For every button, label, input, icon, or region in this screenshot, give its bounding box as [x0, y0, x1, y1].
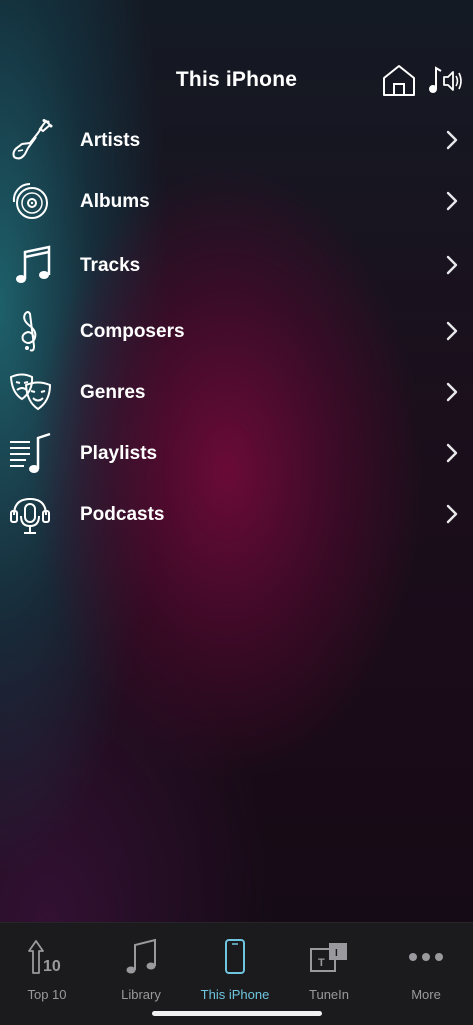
menu-item-composers[interactable]: Composers [0, 303, 473, 361]
menu-item-podcasts[interactable]: Podcasts [0, 486, 473, 544]
chevron-right-icon [446, 130, 458, 150]
menu-item-tracks[interactable]: Tracks [0, 237, 473, 295]
menu-item-label: Tracks [80, 255, 141, 276]
svg-text:I: I [335, 948, 338, 959]
svg-text:T: T [318, 957, 325, 969]
chevron-right-icon [446, 382, 458, 402]
tab-label: TuneIn [309, 987, 349, 1002]
menu-item-artists[interactable]: Artists [0, 112, 473, 170]
playlist-icon [10, 432, 51, 473]
home-indicator[interactable] [152, 1011, 322, 1016]
podcast-microphone-icon [10, 497, 50, 534]
header: This iPhone [0, 60, 473, 100]
chevron-right-icon [446, 321, 458, 341]
tab-label: More [411, 987, 441, 1002]
vinyl-record-icon [12, 182, 48, 219]
menu-item-label: Genres [80, 382, 146, 403]
menu-item-playlists[interactable]: Playlists [0, 425, 473, 483]
menu-item-label: Composers [80, 321, 185, 342]
tunein-icon: T I [310, 943, 347, 972]
music-note-icon [16, 245, 51, 283]
tab-label: Top 10 [27, 987, 67, 1002]
menu-item-label: Albums [80, 191, 150, 212]
ellipsis-icon [409, 953, 443, 961]
speaker-button[interactable] [426, 64, 464, 96]
tab-label: Library [121, 987, 161, 1002]
chevron-right-icon [446, 191, 458, 211]
tab-label: This iPhone [200, 987, 270, 1002]
tab-more[interactable]: More [379, 923, 473, 1005]
tab-this-iphone[interactable]: This iPhone [188, 923, 282, 1005]
menu-item-label: Artists [80, 130, 141, 151]
guitar-icon [12, 119, 53, 160]
menu-item-label: Playlists [80, 443, 158, 464]
iphone-icon [225, 939, 245, 974]
top10-arrow-icon: 10 [28, 940, 61, 975]
tab-bar: 10 Top 10 Library This iPhone T I TuneIn [0, 922, 473, 1025]
chevron-right-icon [446, 443, 458, 463]
chevron-right-icon [446, 255, 458, 275]
tab-library[interactable]: Library [94, 923, 188, 1005]
menu-item-albums[interactable]: Albums [0, 173, 473, 231]
home-button[interactable] [381, 62, 417, 98]
menu-item-label: Podcasts [80, 504, 165, 525]
tab-tunein[interactable]: T I TuneIn [282, 923, 376, 1005]
theater-masks-icon [9, 373, 52, 411]
chevron-right-icon [446, 504, 458, 524]
house-icon [383, 65, 415, 96]
treble-clef-icon [21, 311, 37, 352]
svg-text:10: 10 [43, 958, 61, 975]
music-speaker-icon [429, 66, 462, 93]
tab-top-10[interactable]: 10 Top 10 [0, 923, 94, 1005]
menu-item-genres[interactable]: Genres [0, 364, 473, 422]
music-note-icon [126, 938, 156, 974]
